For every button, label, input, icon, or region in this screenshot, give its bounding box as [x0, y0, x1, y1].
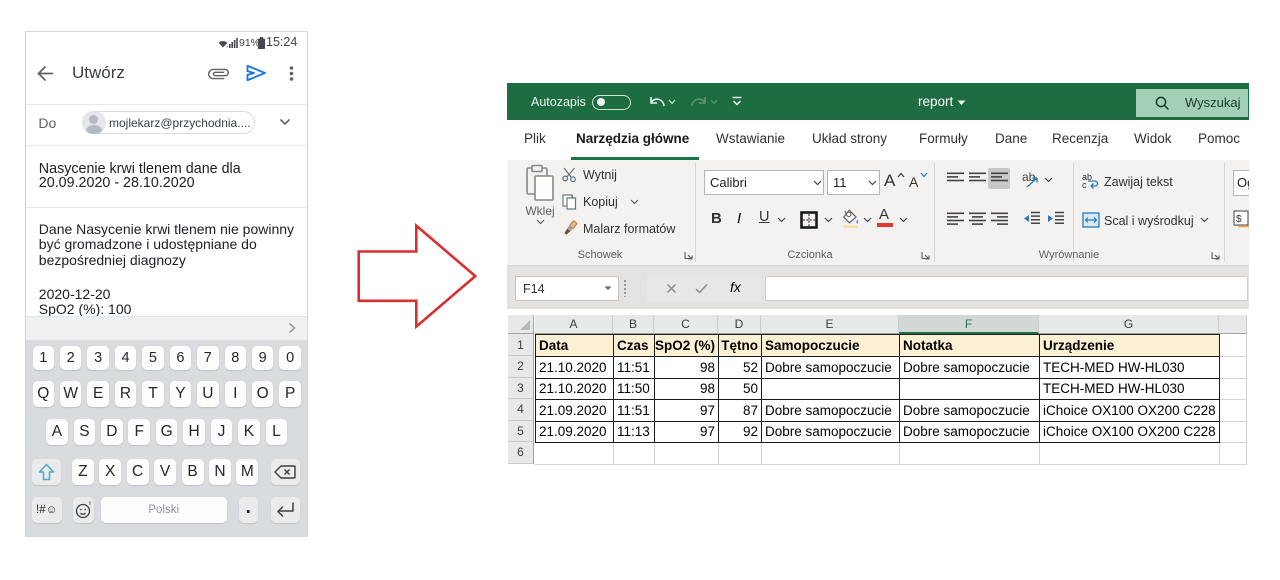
svg-text:$: $ — [1236, 214, 1242, 225]
svg-text:c: c — [1082, 180, 1087, 189]
